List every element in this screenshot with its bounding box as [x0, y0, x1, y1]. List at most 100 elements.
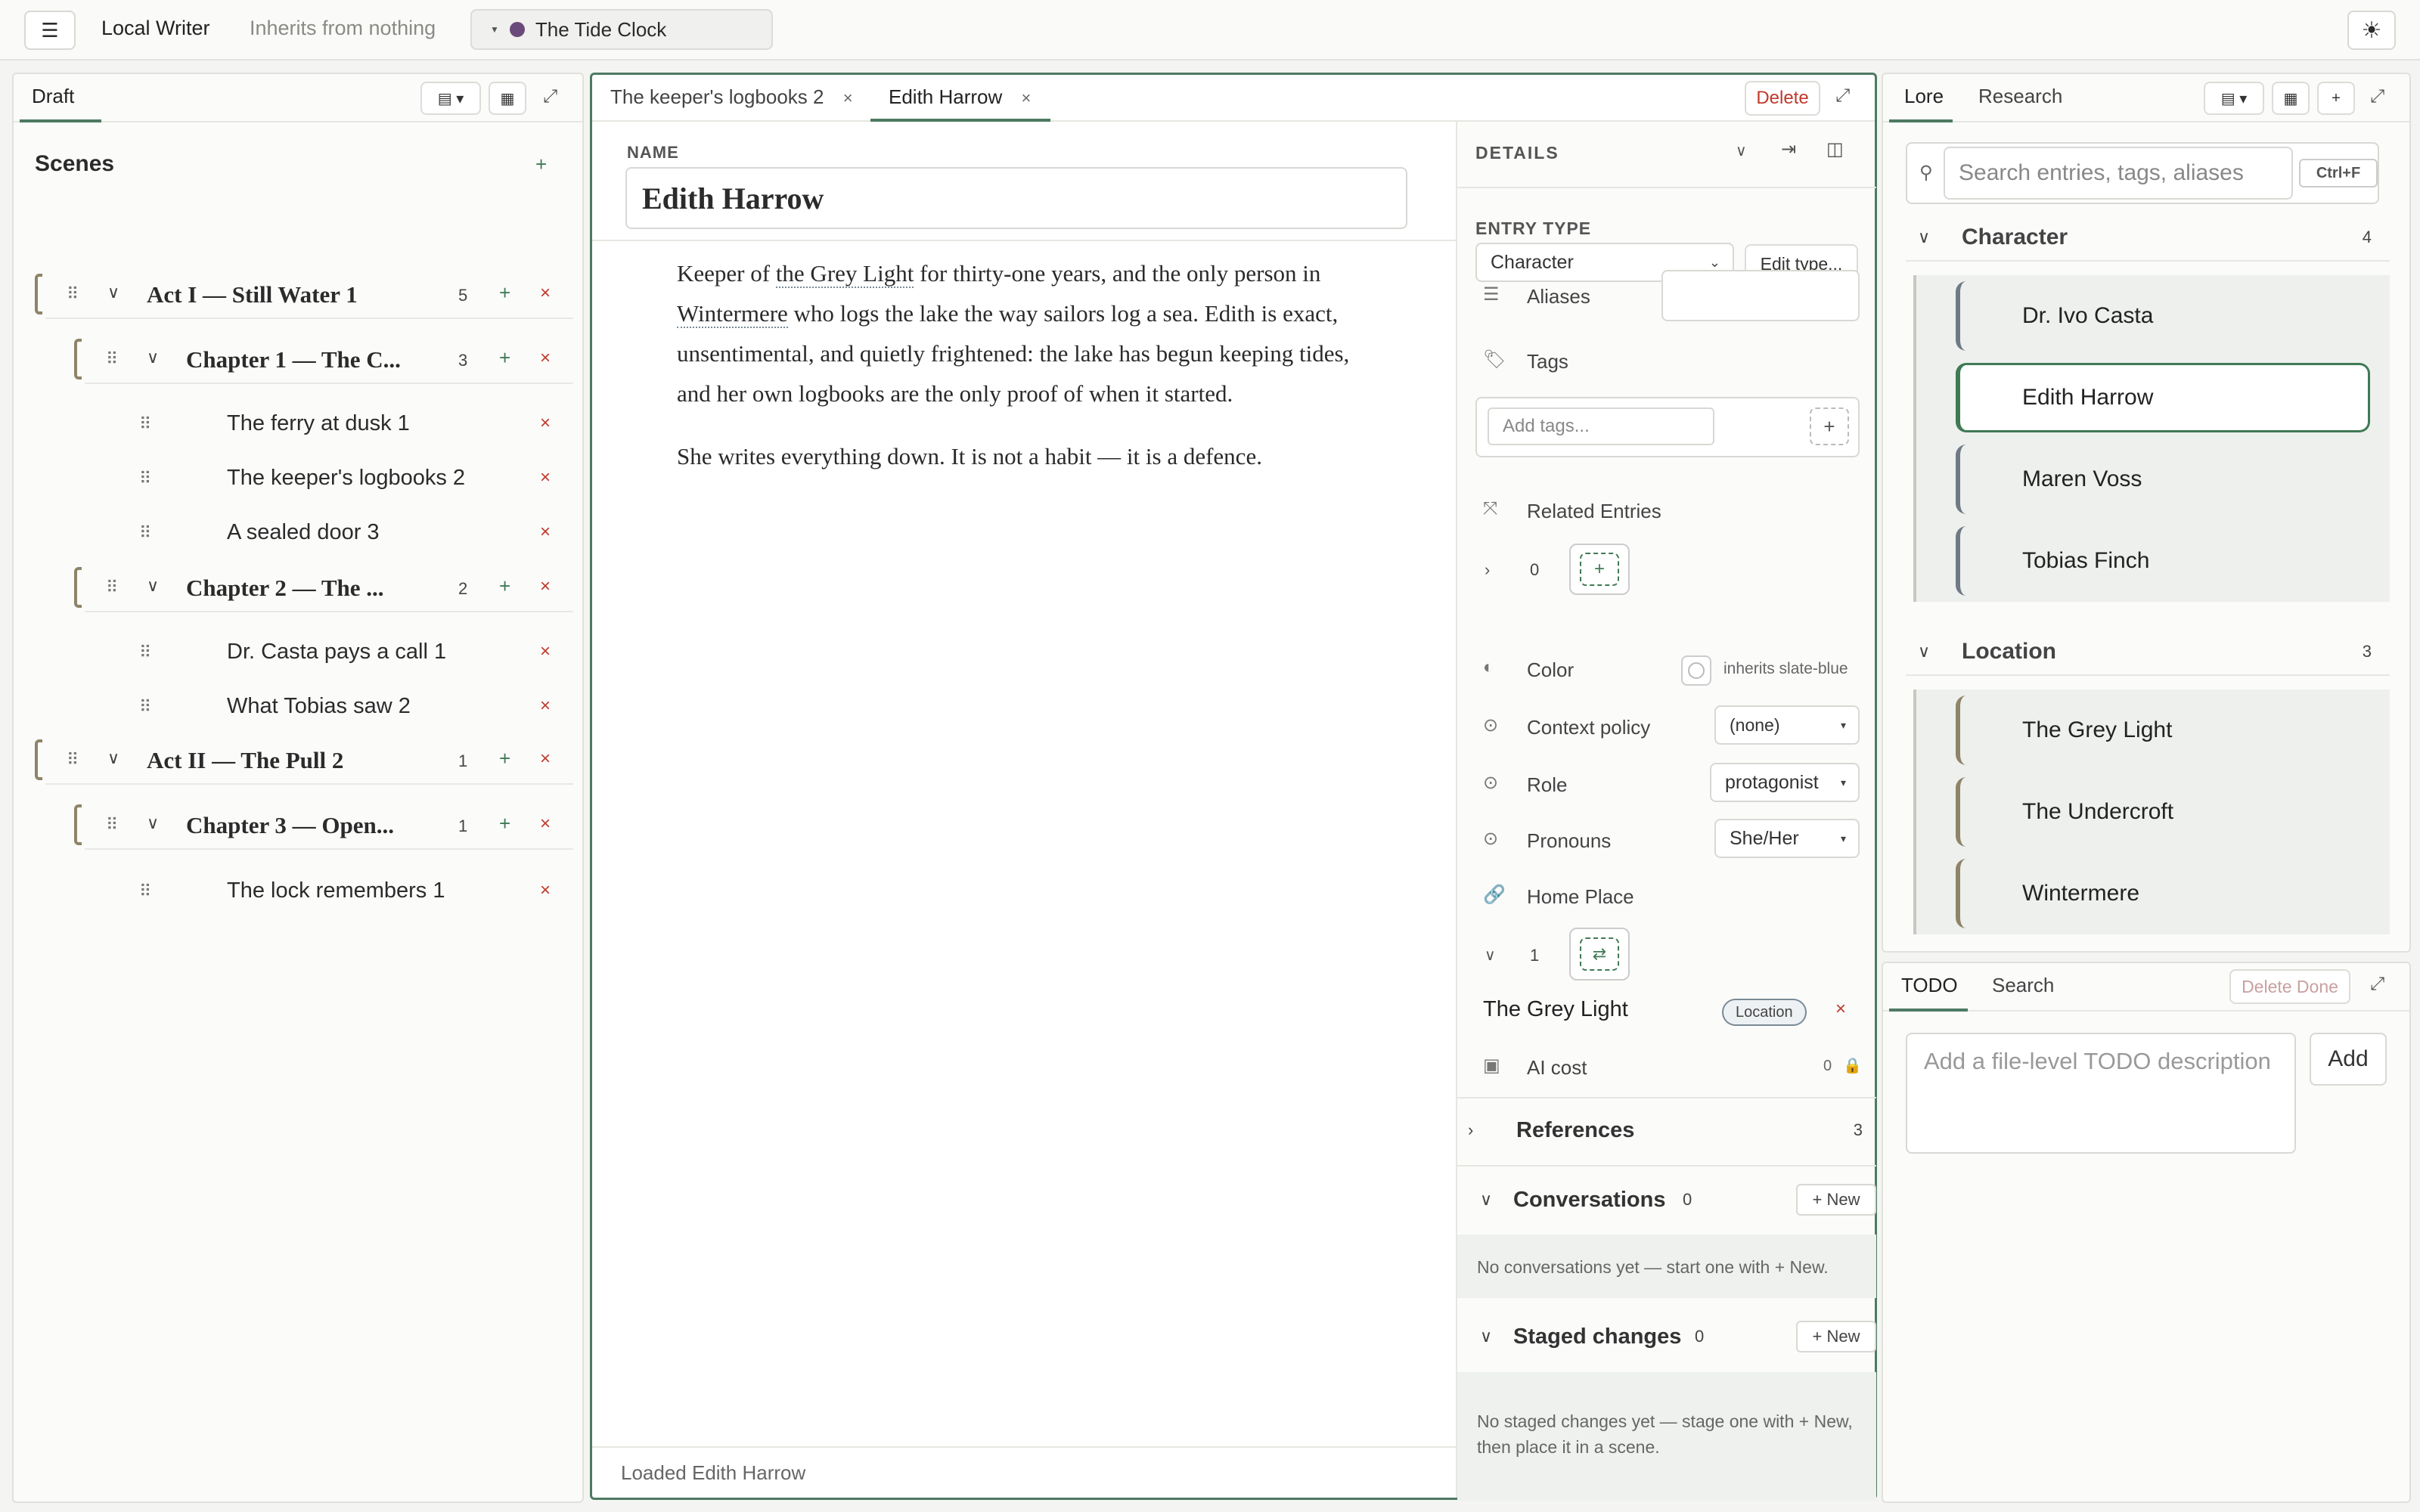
remove-button[interactable]: × [540, 283, 551, 304]
tab-todo[interactable]: TODO [1901, 974, 1958, 997]
lore-entry[interactable]: Tobias Finch [1956, 526, 2370, 596]
scene-item[interactable]: ⠿ The keeper's logbooks 2 × [14, 455, 573, 502]
add-todo-button[interactable]: Add [2310, 1033, 2387, 1086]
remove-button[interactable]: × [540, 880, 551, 901]
add-entry-button[interactable]: + [2317, 82, 2355, 115]
role-select[interactable]: protagonist ▾ [1710, 763, 1860, 802]
drag-handle-icon[interactable]: ⠿ [139, 469, 151, 488]
tab-keepers-logbooks[interactable]: The keeper's logbooks 2 × [610, 85, 853, 109]
tab-draft[interactable]: Draft [32, 85, 74, 108]
add-child-button[interactable]: + [499, 575, 510, 598]
remove-button[interactable]: × [540, 576, 551, 597]
expand-icon[interactable]: ⤢ [2370, 86, 2384, 107]
remove-button[interactable]: × [540, 467, 551, 488]
tab-lore[interactable]: Lore [1904, 85, 1944, 108]
collapse-right-icon[interactable]: ⇥ [1781, 138, 1796, 160]
scene-item[interactable]: ⠿ A sealed door 3 × [14, 510, 573, 556]
add-scene-button[interactable]: + [535, 153, 547, 176]
add-child-button[interactable]: + [499, 346, 510, 370]
drag-handle-icon[interactable]: ⠿ [67, 284, 79, 304]
chapter-item[interactable]: ⠿ ∨ Chapter 3 — Open... 1 + × [14, 801, 573, 850]
new-staged-change-button[interactable]: + New [1796, 1321, 1876, 1352]
drag-handle-icon[interactable]: ⠿ [106, 578, 118, 597]
name-input[interactable]: Edith Harrow [625, 167, 1407, 229]
scene-item[interactable]: ⠿ Dr. Casta pays a call 1 × [14, 629, 573, 676]
lore-group-header[interactable]: ∨ Character 4 [1906, 215, 2390, 262]
remove-button[interactable]: × [540, 413, 551, 434]
lore-entry[interactable]: Edith Harrow [1956, 363, 2370, 432]
sidebar-toggle-icon[interactable]: ◫ [1826, 138, 1844, 160]
drag-handle-icon[interactable]: ⠿ [139, 523, 151, 543]
entry-link-wintermere[interactable]: Wintermere [677, 300, 788, 328]
add-tag-button[interactable]: + [1810, 407, 1849, 445]
add-child-button[interactable]: + [499, 812, 510, 835]
todo-description-input[interactable]: Add a file-level TODO description [1906, 1033, 2296, 1154]
entry-link-grey-light[interactable]: the Grey Light [775, 260, 914, 288]
layout-button[interactable]: ▦ [2272, 82, 2310, 115]
home-place-entry[interactable]: The Grey Light [1483, 997, 1628, 1022]
scene-item[interactable]: ⠿ The ferry at dusk 1 × [14, 401, 573, 448]
lore-entry[interactable]: The Undercroft [1956, 777, 2370, 847]
chevron-down-icon[interactable]: ∨ [107, 283, 119, 302]
view-mode-dropdown[interactable]: ▤ ▾ [420, 82, 481, 115]
chevron-right-icon[interactable]: › [1485, 560, 1490, 580]
lore-entry[interactable]: Wintermere [1956, 859, 2370, 928]
chapter-item[interactable]: ⠿ ∨ Chapter 1 — The C... 3 + × [14, 336, 573, 384]
color-swatch[interactable] [1681, 655, 1711, 686]
lore-entry[interactable]: The Grey Light [1956, 696, 2370, 765]
inherits-label[interactable]: Inherits from nothing [250, 17, 436, 40]
chevron-down-icon[interactable]: ∨ [1480, 1327, 1492, 1346]
remove-button[interactable]: × [540, 522, 551, 543]
new-conversation-button[interactable]: + New [1796, 1184, 1876, 1216]
tab-search[interactable]: Search [1992, 974, 2054, 997]
add-tags-input[interactable]: Add tags... [1488, 407, 1714, 445]
drag-handle-icon[interactable]: ⠿ [106, 815, 118, 835]
add-child-button[interactable]: + [499, 281, 510, 305]
scene-item[interactable]: ⠿ What Tobias saw 2 × [14, 683, 573, 730]
lore-entry[interactable]: Dr. Ivo Casta [1956, 281, 2370, 351]
remove-button[interactable]: × [540, 748, 551, 770]
lore-group-header[interactable]: ∨ Location 3 [1906, 629, 2390, 676]
drag-handle-icon[interactable]: ⠿ [139, 414, 151, 434]
add-child-button[interactable]: + [499, 747, 510, 770]
hamburger-menu-button[interactable]: ☰ [24, 11, 76, 50]
lock-icon[interactable]: 🔒 [1843, 1056, 1862, 1075]
lore-search-input[interactable]: Search entries, tags, aliases [1944, 147, 2293, 200]
references-section[interactable]: › References 3 [1457, 1097, 1876, 1162]
chevron-down-icon[interactable]: ∨ [1736, 141, 1747, 160]
drag-handle-icon[interactable]: ⠿ [139, 697, 151, 717]
expand-icon[interactable]: ⤢ [543, 86, 557, 107]
drag-handle-icon[interactable]: ⠿ [106, 349, 118, 369]
delete-entry-button[interactable]: Delete [1745, 81, 1820, 116]
remove-button[interactable]: × [540, 641, 551, 662]
chevron-down-icon[interactable]: ∨ [1485, 946, 1496, 965]
delete-done-button[interactable]: Delete Done [2229, 969, 2350, 1004]
drag-handle-icon[interactable]: ⠿ [139, 643, 151, 662]
tab-research[interactable]: Research [1978, 85, 2062, 108]
chevron-down-icon[interactable]: ∨ [147, 813, 159, 833]
scene-item[interactable]: ⠿ The lock remembers 1 × [14, 868, 573, 915]
drag-handle-icon[interactable]: ⠿ [67, 750, 79, 770]
act-item[interactable]: ⠿ ∨ Act I — Still Water 1 5 + × [14, 271, 573, 319]
pronouns-select[interactable]: She/Her ▾ [1714, 819, 1860, 858]
context-policy-select[interactable]: (none) ▾ [1714, 705, 1860, 745]
close-icon[interactable]: × [843, 88, 853, 107]
act-item[interactable]: ⠿ ∨ Act II — The Pull 2 1 + × [14, 736, 573, 785]
chevron-down-icon[interactable]: ∨ [147, 348, 159, 367]
project-selector[interactable]: ▼ The Tide Clock [470, 9, 773, 50]
aliases-input[interactable] [1661, 270, 1860, 321]
lore-entry[interactable]: Maren Voss [1956, 445, 2370, 514]
view-mode-dropdown[interactable]: ▤ ▾ [2204, 82, 2264, 115]
remove-button[interactable]: × [540, 696, 551, 717]
remove-button[interactable]: × [540, 813, 551, 835]
expand-icon[interactable]: ⤢ [2370, 974, 2384, 995]
drag-handle-icon[interactable]: ⠿ [139, 881, 151, 901]
chevron-down-icon[interactable]: ∨ [1480, 1190, 1492, 1210]
chapter-item[interactable]: ⠿ ∨ Chapter 2 — The ... 2 + × [14, 564, 573, 612]
chevron-down-icon[interactable]: ∨ [107, 748, 119, 768]
remove-button[interactable]: × [540, 348, 551, 369]
add-related-button[interactable]: + [1569, 544, 1630, 595]
expand-icon[interactable]: ⤢ [1835, 85, 1850, 107]
chevron-down-icon[interactable]: ∨ [147, 576, 159, 596]
remove-home-place-button[interactable]: × [1835, 999, 1846, 1020]
